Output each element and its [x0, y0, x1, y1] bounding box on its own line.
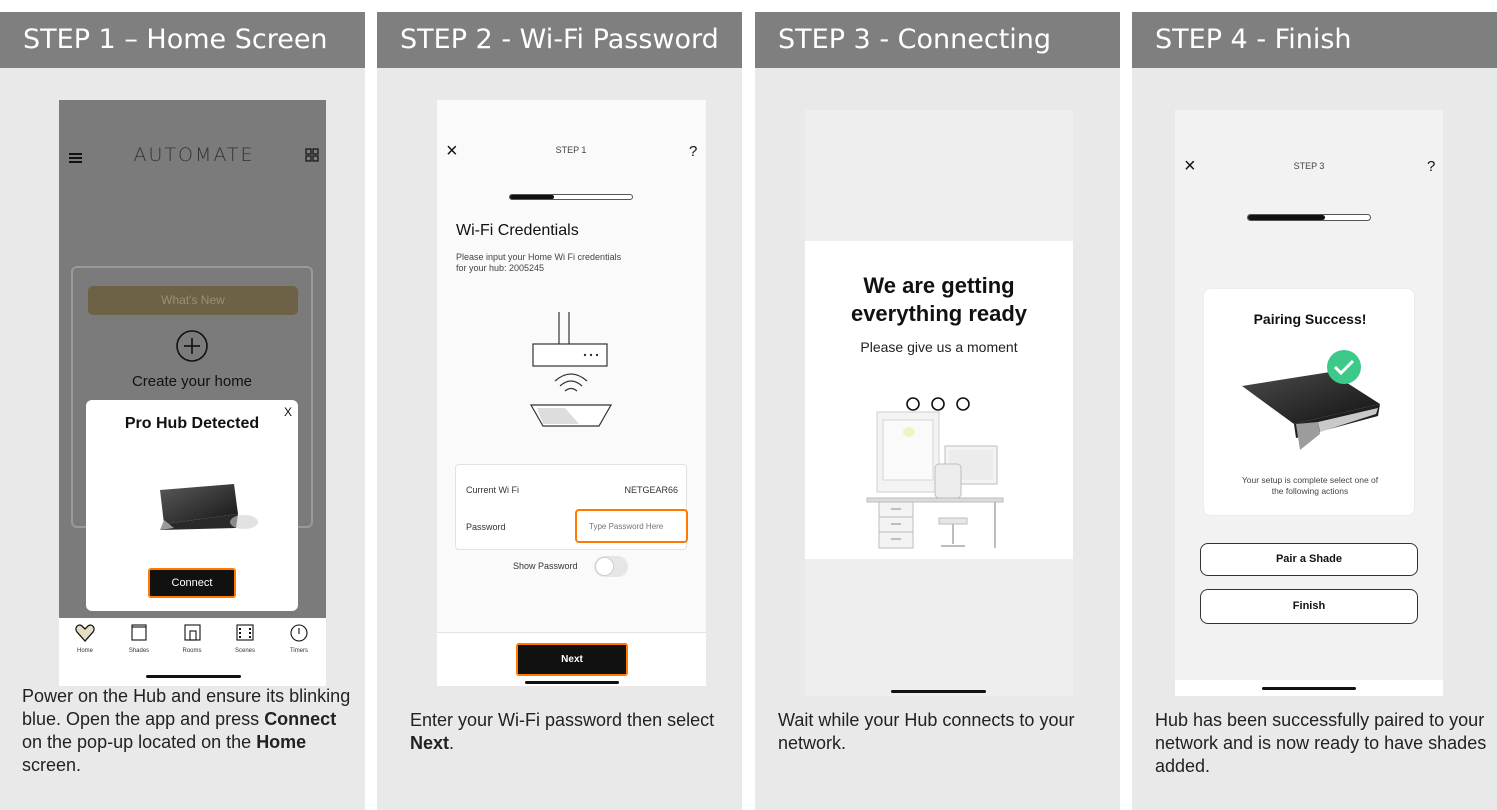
- home-indicator: [525, 681, 619, 684]
- router-illustration: [529, 310, 613, 435]
- nav-label: Rooms: [182, 648, 202, 654]
- step-3-header: STEP 3 - Connecting: [755, 12, 1120, 68]
- current-wifi-label: Current Wi Fi: [466, 485, 520, 495]
- bottom-nav: Home Shades Rooms Scenes Timers: [59, 618, 326, 686]
- pair-a-shade-button[interactable]: Pair a Shade: [1200, 543, 1418, 576]
- nav-label: Shades: [128, 648, 150, 654]
- step-3-phone-screenshot: We are getting everything ready Please g…: [805, 110, 1073, 696]
- show-password-label: Show Password: [513, 561, 578, 571]
- progress-fill: [1248, 215, 1325, 220]
- nav-shades[interactable]: Shades: [119, 624, 159, 658]
- nav-timers[interactable]: Timers: [279, 624, 319, 658]
- step-1-description: Power on the Hub and ensure its blinking…: [22, 686, 351, 775]
- heart-icon: [75, 624, 95, 647]
- step-2-header: STEP 2 - Wi-Fi Password: [377, 12, 742, 68]
- shade-icon: [131, 624, 147, 647]
- close-icon[interactable]: ×: [446, 140, 458, 163]
- office-illustration: [865, 410, 1005, 552]
- checkmark-icon: [1326, 349, 1362, 385]
- step-1-column: STEP 1 – Home Screen AUTOMATE What's New…: [0, 12, 365, 810]
- current-wifi-value: NETGEAR66: [624, 485, 678, 495]
- whats-new-button[interactable]: What's New: [88, 286, 298, 315]
- show-password-toggle[interactable]: [594, 556, 628, 577]
- step-1-header: STEP 1 – Home Screen: [0, 12, 365, 68]
- wifi-form-card: Current Wi Fi NETGEAR66 Password: [455, 464, 688, 550]
- progress-bar: [1247, 214, 1371, 221]
- nav-home[interactable]: Home: [65, 624, 105, 658]
- step-3-description: Wait while your Hub connects to your net…: [778, 710, 1075, 753]
- close-icon[interactable]: ×: [1184, 155, 1196, 178]
- success-card: Pairing Success! Your setup is complete …: [1203, 288, 1415, 516]
- home-indicator: [891, 690, 986, 693]
- nav-label: Timers: [289, 648, 309, 654]
- step-2-phone-screenshot: × STEP 1 ? Wi-Fi Credentials Please inpu…: [437, 100, 706, 686]
- add-circle-icon[interactable]: [175, 329, 209, 363]
- popup-title: Pro Hub Detected: [124, 415, 260, 432]
- step-2-column: STEP 2 - Wi-Fi Password × STEP 1 ? Wi-Fi…: [377, 12, 742, 810]
- password-label: Password: [466, 522, 506, 532]
- step-1-phone-screenshot: AUTOMATE What's New Create your home X P…: [59, 100, 326, 686]
- loading-title: We are getting everything ready: [850, 273, 1028, 326]
- finish-button[interactable]: Finish: [1200, 589, 1418, 624]
- pro-hub-popup: X Pro Hub Detected Connect: [86, 400, 298, 611]
- help-icon[interactable]: ?: [689, 143, 697, 160]
- loading-subtitle: Please give us a moment: [860, 339, 1018, 355]
- progress-fill: [510, 195, 554, 199]
- wifi-instructions: Please input your Home Wi Fi credentials…: [456, 252, 622, 273]
- step-4-column: STEP 4 - Finish × STEP 3 ? Pairing Succe…: [1132, 12, 1497, 810]
- hub-device-image: [126, 470, 258, 540]
- grid-icon[interactable]: [305, 148, 319, 162]
- step-4-phone-screenshot: × STEP 3 ? Pairing Success! Your setup i…: [1175, 110, 1443, 696]
- timer-icon: [290, 624, 308, 647]
- create-home-label: Create your home: [131, 373, 253, 390]
- setup-complete-text: Your setup is complete select one of the…: [1241, 475, 1379, 496]
- step-indicator: STEP 1: [555, 145, 587, 155]
- step-3-column: STEP 3 - Connecting We are getting every…: [755, 12, 1120, 810]
- next-button[interactable]: Next: [516, 643, 628, 676]
- nav-label: Home: [76, 648, 93, 654]
- step-4-header: STEP 4 - Finish: [1132, 12, 1497, 68]
- step-4-description: Hub has been successfully paired to your…: [1155, 710, 1487, 776]
- automate-logo: AUTOMATE: [133, 144, 255, 166]
- home-indicator: [146, 675, 241, 678]
- wifi-credentials-title: Wi-Fi Credentials: [456, 222, 579, 239]
- progress-bar: [509, 194, 633, 200]
- password-input[interactable]: [575, 509, 688, 543]
- nav-rooms[interactable]: Rooms: [172, 624, 212, 658]
- room-icon: [184, 624, 201, 646]
- nav-scenes[interactable]: Scenes: [225, 624, 265, 658]
- step-2-description: Enter your Wi-Fi password then select Ne…: [410, 710, 715, 753]
- home-indicator: [1262, 687, 1356, 690]
- hamburger-icon[interactable]: [69, 150, 82, 163]
- scenes-icon: [236, 624, 254, 646]
- nav-label: Scenes: [234, 648, 255, 654]
- help-icon[interactable]: ?: [1427, 158, 1435, 175]
- pairing-success-title: Pairing Success!: [1253, 311, 1367, 327]
- connect-button[interactable]: Connect: [148, 568, 236, 598]
- step-indicator: STEP 3: [1293, 161, 1325, 171]
